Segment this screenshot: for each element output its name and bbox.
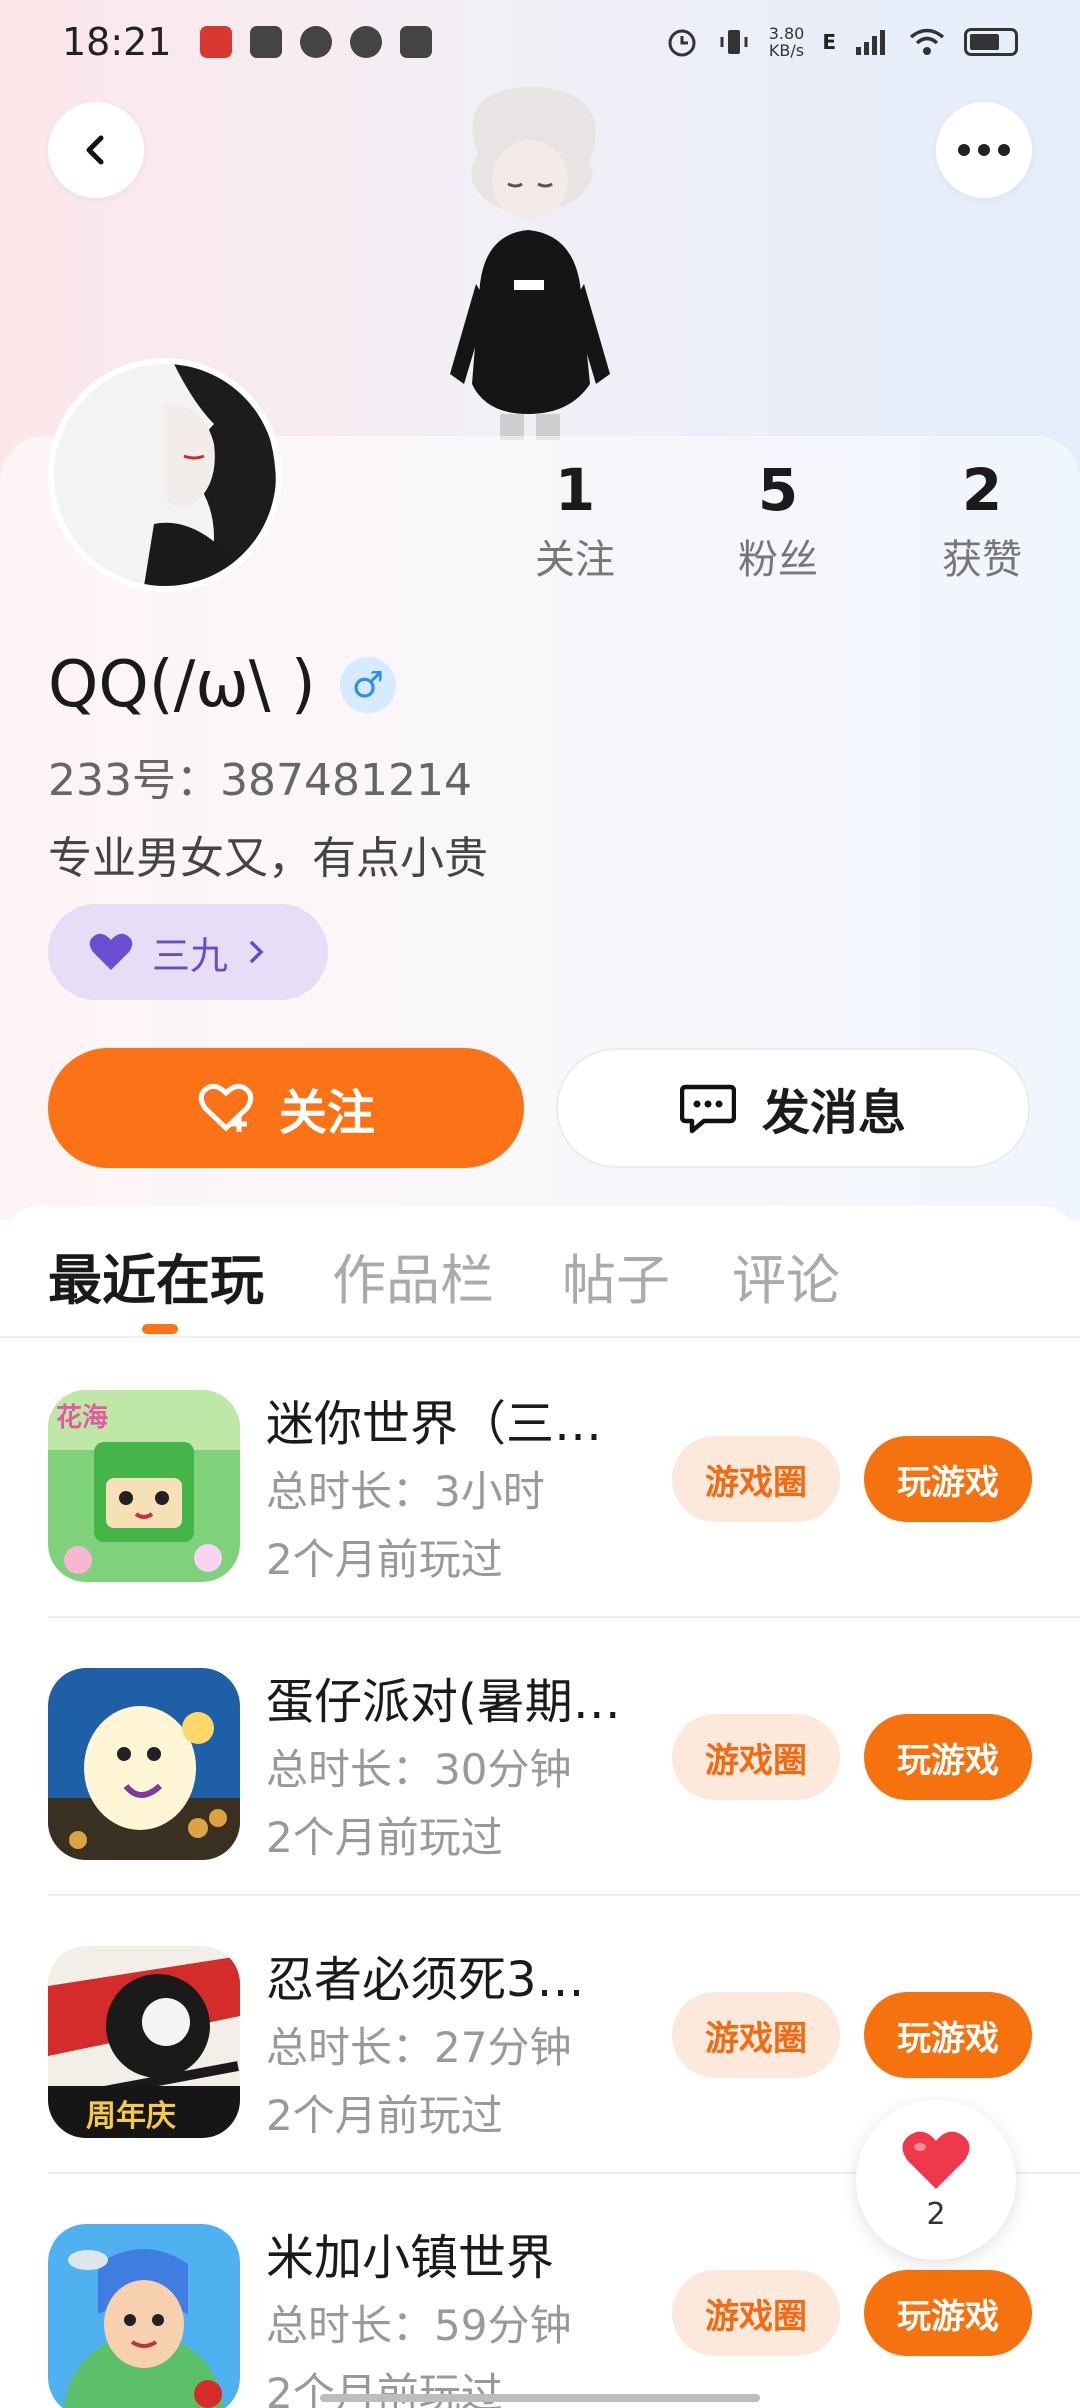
game-last-played: 2个月前玩过 xyxy=(266,1813,503,1862)
link-notification-icon xyxy=(349,26,382,58)
heart-icon xyxy=(89,933,133,970)
companion-tag-label: 三九 xyxy=(152,933,229,978)
game-circle-button[interactable]: 游戏圈 xyxy=(672,1992,840,2078)
game-duration: 总时长：59分钟 xyxy=(266,2301,572,2350)
game-name[interactable]: 忍者必须死3… xyxy=(266,1940,585,2010)
follow-button[interactable]: 关注 xyxy=(48,1048,524,1168)
mail-notification-icon xyxy=(249,26,282,58)
stat-likes[interactable]: 2 获赞 xyxy=(902,455,1062,585)
character-figure-image xyxy=(420,84,640,440)
game-duration: 总时长：27分钟 xyxy=(266,2023,572,2072)
more-dots-icon xyxy=(958,144,1010,156)
mini-world-icon-text: 花海 xyxy=(56,1403,108,1433)
game-circle-button[interactable]: 游戏圈 xyxy=(672,2270,840,2356)
tab-active-indicator xyxy=(142,1324,178,1334)
user-id: 233号：387481214 xyxy=(48,744,472,808)
mini-world-icon[interactable]: 花海 xyxy=(48,1390,240,1582)
stat-fans[interactable]: 5 粉丝 xyxy=(698,455,858,585)
home-indicator[interactable] xyxy=(320,2394,760,2402)
network-speed: 3.80 KB/s xyxy=(768,24,805,60)
play-game-button[interactable]: 玩游戏 xyxy=(864,2270,1032,2356)
uid-value: 387481214 xyxy=(219,755,472,806)
send-message-button[interactable]: 发消息 xyxy=(556,1048,1030,1168)
game-circle-button[interactable]: 游戏圈 xyxy=(672,1714,840,1800)
notification-icons xyxy=(199,26,432,58)
game-name[interactable]: 迷你世界（三… xyxy=(266,1384,602,1454)
game-last-played: 2个月前玩过 xyxy=(266,1535,503,1584)
game-last-played: 2个月前玩过 xyxy=(266,2091,503,2140)
status-right: 3.80 KB/s E xyxy=(665,25,1018,59)
red-heart-icon xyxy=(902,2131,970,2189)
play-game-button[interactable]: 玩游戏 xyxy=(864,1992,1032,2078)
stat-following[interactable]: 1 关注 xyxy=(495,455,655,585)
play-game-button[interactable]: 玩游戏 xyxy=(864,1714,1032,1800)
game-name[interactable]: 米加小镇世界 xyxy=(266,2218,554,2288)
tab-works[interactable]: 作品栏 xyxy=(332,1236,494,1315)
game-duration: 总时长：30分钟 xyxy=(266,1745,572,1794)
app-notification-icon xyxy=(199,26,232,58)
game-duration: 总时长：3小时 xyxy=(266,1467,545,1516)
avatar[interactable] xyxy=(48,358,282,592)
more-options-button[interactable] xyxy=(936,102,1032,198)
uid-label: 233号： xyxy=(48,755,220,806)
back-button[interactable] xyxy=(48,102,144,198)
game-circle-button[interactable]: 游戏圈 xyxy=(672,1436,840,1522)
status-time: 18:21 xyxy=(62,20,172,64)
stats-row: 1 关注 5 粉丝 2 获赞 xyxy=(470,455,1080,595)
signal-icon xyxy=(856,30,885,55)
wifi-icon xyxy=(909,28,945,55)
ninja-must-die-icon[interactable]: 周年庆 xyxy=(48,1946,240,2138)
chevron-left-icon xyxy=(86,135,104,165)
network-type: E xyxy=(822,30,836,54)
heart-plus-icon xyxy=(198,1083,254,1132)
vibrate-icon xyxy=(720,30,748,54)
gender-male-icon: ♂ xyxy=(339,657,396,713)
follow-label: 关注 xyxy=(278,1085,375,1141)
tab-comments[interactable]: 评论 xyxy=(732,1236,840,1315)
nickname-row: QQ(/ω\ ) ♂ xyxy=(48,648,396,722)
status-bar: 18:21 3.80 KB/s E xyxy=(0,0,1080,84)
box-notification-icon xyxy=(399,26,432,58)
companion-tag[interactable]: 三九 xyxy=(48,904,328,1000)
eggy-party-icon[interactable] xyxy=(48,1668,240,1860)
chat-bubble-icon xyxy=(679,1084,736,1134)
chevron-right-icon xyxy=(250,941,264,963)
chat-notification-icon xyxy=(299,26,332,58)
alarm-icon xyxy=(668,29,696,57)
tab-recent-playing[interactable]: 最近在玩 xyxy=(48,1236,264,1315)
tab-bar: 最近在玩 作品栏 帖子 评论 xyxy=(0,1206,1080,1338)
message-label: 发消息 xyxy=(761,1085,906,1141)
miga-town-icon[interactable] xyxy=(48,2224,240,2408)
game-row[interactable]: 蛋仔派对(暑期… 总时长：30分钟 2个月前玩过 游戏圈 玩游戏 xyxy=(48,1618,1080,1896)
game-name[interactable]: 蛋仔派对(暑期… xyxy=(266,1662,621,1732)
like-count: 2 xyxy=(926,2196,946,2232)
floating-like-button[interactable]: 2 xyxy=(856,2100,1016,2260)
bio: 专业男女又，有点小贵 xyxy=(48,833,488,884)
play-game-button[interactable]: 玩游戏 xyxy=(864,1436,1032,1522)
nickname: QQ(/ω\ ) xyxy=(48,648,316,722)
ninja-icon-text: 周年庆 xyxy=(86,2099,176,2134)
game-row[interactable]: 花海 迷你世界（三… 总时长：3小时 2个月前玩过 游戏圈 玩游戏 xyxy=(48,1340,1080,1618)
battery-icon xyxy=(964,28,1018,56)
tab-posts[interactable]: 帖子 xyxy=(562,1236,670,1315)
